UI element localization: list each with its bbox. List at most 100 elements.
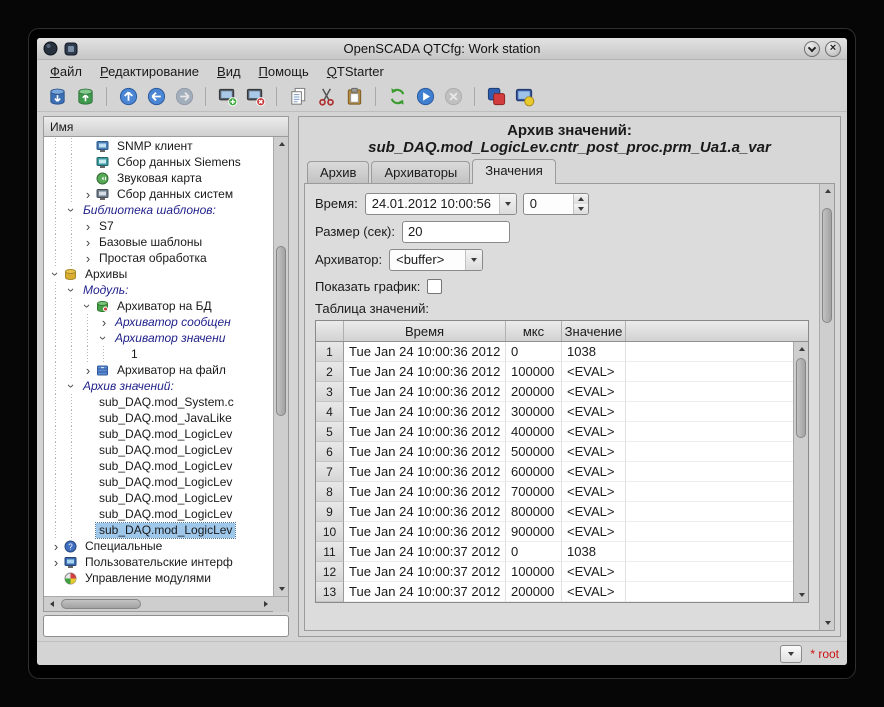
table-row[interactable]: 13Tue Jan 24 10:00:37 2012200000<EVAL> — [316, 582, 793, 602]
tree-expander-icon[interactable]: › — [80, 186, 96, 202]
menu-edit[interactable]: Редактирование — [91, 62, 208, 81]
start-button[interactable] — [413, 85, 437, 109]
tree-item[interactable]: SNMP клиент — [44, 138, 273, 154]
cell-value[interactable]: <EVAL> — [562, 422, 626, 442]
tree-item[interactable]: 1 — [44, 346, 273, 362]
tree-item[interactable]: sub_DAQ.mod_LogicLev — [44, 490, 273, 506]
cell-time[interactable]: Tue Jan 24 10:00:37 2012 — [344, 542, 506, 562]
cell-value[interactable]: <EVAL> — [562, 502, 626, 522]
scroll-thumb[interactable] — [276, 246, 286, 416]
size-input[interactable]: 20 — [402, 221, 510, 243]
tree-item[interactable]: sub_DAQ.mod_LogicLev — [44, 442, 273, 458]
status-dropdown[interactable] — [780, 645, 802, 663]
tree-expander-icon[interactable]: › — [80, 298, 96, 314]
tree-item[interactable]: sub_DAQ.mod_System.c — [44, 394, 273, 410]
scroll-down-button[interactable] — [274, 582, 289, 596]
load-from-db-button[interactable] — [45, 85, 69, 109]
tree-item[interactable]: sub_DAQ.mod_LogicLev — [44, 474, 273, 490]
tree-expander-icon[interactable]: › — [96, 330, 112, 346]
time-combobox[interactable]: 24.01.2012 10:00:56 — [365, 193, 517, 215]
cell-value[interactable]: <EVAL> — [562, 382, 626, 402]
scroll-up-button[interactable] — [274, 137, 289, 151]
table-row[interactable]: 12Tue Jan 24 10:00:37 2012100000<EVAL> — [316, 562, 793, 582]
tree-item[interactable]: ›S7 — [44, 218, 273, 234]
up-button[interactable] — [116, 85, 140, 109]
cell-time[interactable]: Tue Jan 24 10:00:36 2012 — [344, 442, 506, 462]
scroll-track[interactable] — [794, 356, 808, 588]
cell-usec[interactable]: 600000 — [506, 462, 562, 482]
tree-item[interactable]: Управление модулями — [44, 570, 273, 586]
cell-value[interactable]: <EVAL> — [562, 402, 626, 422]
scroll-thumb[interactable] — [822, 208, 832, 323]
column-header-time[interactable]: Время — [344, 321, 506, 341]
cell-usec[interactable]: 200000 — [506, 582, 562, 602]
tree-expander-icon[interactable]: › — [64, 202, 80, 218]
titlebar[interactable]: OpenSCADA QTCfg: Work station × — [37, 38, 847, 60]
cell-time[interactable]: Tue Jan 24 10:00:36 2012 — [344, 502, 506, 522]
cell-usec[interactable]: 700000 — [506, 482, 562, 502]
archiver-combobox[interactable]: <buffer> — [389, 249, 483, 271]
minimize-button[interactable] — [804, 41, 820, 57]
window-menu-icon[interactable] — [64, 42, 78, 56]
usec-spinbox[interactable]: 0 — [523, 193, 589, 215]
tree-item[interactable]: ›Архиватор сообщен — [44, 314, 273, 330]
tree-item[interactable]: ›Архиватор на БД — [44, 298, 273, 314]
tree-item[interactable]: Сбор данных Siemens — [44, 154, 273, 170]
tree-item[interactable]: ›Архив значений: — [44, 378, 273, 394]
tree-expander-icon[interactable]: › — [64, 282, 80, 298]
column-header-usec[interactable]: мкс — [506, 321, 562, 341]
scroll-track[interactable] — [274, 151, 288, 582]
table-row[interactable]: 7Tue Jan 24 10:00:36 2012600000<EVAL> — [316, 462, 793, 482]
cell-value[interactable]: <EVAL> — [562, 462, 626, 482]
tree-item[interactable]: sub_DAQ.mod_LogicLev — [44, 506, 273, 522]
scroll-left-button[interactable] — [44, 597, 59, 611]
tree-item[interactable]: ›Архиватор значени — [44, 330, 273, 346]
table-row[interactable]: 2Tue Jan 24 10:00:36 2012100000<EVAL> — [316, 362, 793, 382]
tree-item[interactable]: sub_DAQ.mod_JavaLike — [44, 410, 273, 426]
delete-item-button[interactable] — [243, 85, 267, 109]
cell-usec[interactable]: 400000 — [506, 422, 562, 442]
save-to-db-button[interactable] — [73, 85, 97, 109]
tree-item[interactable]: ›Сбор данных систем — [44, 186, 273, 202]
refresh-button[interactable] — [385, 85, 409, 109]
cell-value[interactable]: <EVAL> — [562, 482, 626, 502]
tree-item[interactable]: sub_DAQ.mod_LogicLev — [44, 458, 273, 474]
tree-horizontal-scrollbar[interactable] — [44, 596, 288, 611]
tree-item[interactable]: ›Простая обработка — [44, 250, 273, 266]
panel-splitter[interactable] — [291, 116, 296, 637]
tree-expander-icon[interactable]: › — [80, 234, 96, 250]
tree-expander-icon[interactable]: › — [80, 362, 96, 378]
tree-expander-icon[interactable]: › — [64, 378, 80, 394]
tab-values[interactable]: Значения — [472, 159, 555, 184]
scroll-track[interactable] — [820, 198, 834, 616]
cell-time[interactable]: Tue Jan 24 10:00:36 2012 — [344, 482, 506, 502]
tree-column-header[interactable]: Имя — [43, 116, 289, 137]
table-row[interactable]: 6Tue Jan 24 10:00:36 2012500000<EVAL> — [316, 442, 793, 462]
menu-file[interactable]: Файл — [41, 62, 91, 81]
cell-value[interactable]: <EVAL> — [562, 562, 626, 582]
scroll-right-button[interactable] — [258, 597, 273, 611]
cell-time[interactable]: Tue Jan 24 10:00:37 2012 — [344, 582, 506, 602]
cell-time[interactable]: Tue Jan 24 10:00:36 2012 — [344, 362, 506, 382]
table-row[interactable]: 3Tue Jan 24 10:00:36 2012200000<EVAL> — [316, 382, 793, 402]
cell-time[interactable]: Tue Jan 24 10:00:36 2012 — [344, 422, 506, 442]
cell-value[interactable]: <EVAL> — [562, 522, 626, 542]
cell-value[interactable]: 1038 — [562, 342, 626, 362]
add-item-button[interactable] — [215, 85, 239, 109]
cell-time[interactable]: Tue Jan 24 10:00:36 2012 — [344, 382, 506, 402]
scroll-down-button[interactable] — [820, 616, 835, 630]
menu-view[interactable]: Вид — [208, 62, 250, 81]
column-header-value[interactable]: Значение — [562, 321, 626, 341]
tree-item[interactable]: ›?Специальные — [44, 538, 273, 554]
cell-value[interactable]: <EVAL> — [562, 362, 626, 382]
tree-item[interactable]: ›Библиотека шаблонов: — [44, 202, 273, 218]
cell-usec[interactable]: 100000 — [506, 562, 562, 582]
tree-expander-icon[interactable]: › — [96, 314, 112, 330]
tree-item[interactable]: ›Архиватор на файл — [44, 362, 273, 378]
scroll-down-button[interactable] — [794, 588, 809, 602]
tree-item[interactable]: ›Архивы — [44, 266, 273, 282]
vision-window-button[interactable] — [512, 85, 536, 109]
close-button[interactable]: × — [825, 41, 841, 57]
tab-archive[interactable]: Архив — [307, 161, 369, 184]
cell-usec[interactable]: 0 — [506, 542, 562, 562]
